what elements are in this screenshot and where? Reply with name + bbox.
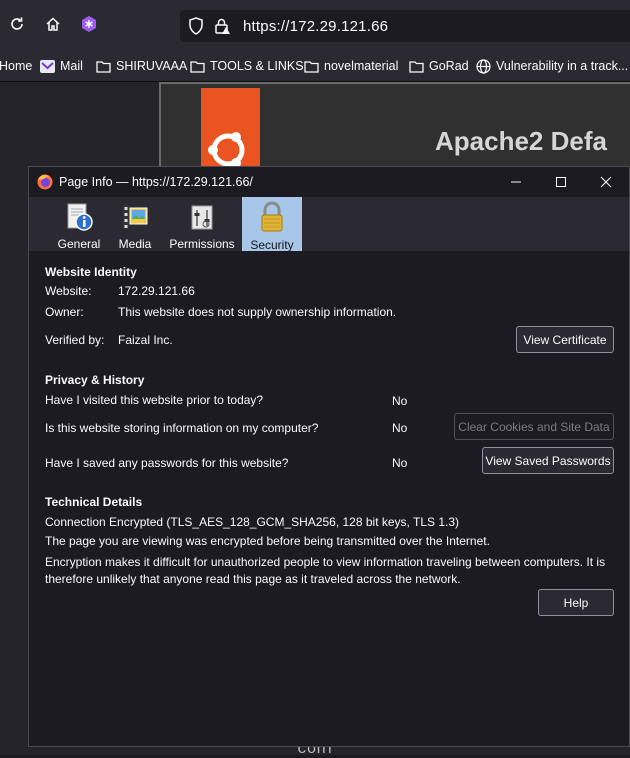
bookmark-gorad[interactable]: GoRad	[409, 50, 469, 82]
bookmark-label: Home	[0, 59, 33, 73]
owner-value: This website does not supply ownership i…	[118, 305, 397, 319]
tab-label: Security	[250, 238, 294, 252]
media-icon	[120, 201, 150, 232]
privacy-history-heading: Privacy & History	[45, 373, 145, 387]
bookmark-novelmaterial[interactable]: novelmaterial	[304, 50, 398, 82]
website-label: Website:	[45, 284, 92, 298]
saved-passwords-answer: No	[392, 456, 408, 470]
bookmark-home[interactable]: Home	[0, 50, 32, 82]
shield-icon[interactable]	[188, 17, 204, 40]
tab-media[interactable]: Media	[115, 197, 155, 251]
url-text[interactable]: https://172.29.121.66	[243, 18, 388, 35]
info-icon	[64, 201, 94, 232]
visited-before-question: Have I visited this website prior to tod…	[45, 393, 264, 407]
minimize-icon[interactable]	[493, 167, 539, 197]
website-identity-heading: Website Identity	[45, 265, 137, 279]
bookmark-label: Mail	[60, 59, 83, 73]
browser-toolbar: https://172.29.121.66	[0, 0, 630, 50]
folder-icon	[409, 60, 424, 73]
bookmark-vulnerability[interactable]: Vulnerability in a track...	[476, 50, 628, 82]
lock-warning-icon[interactable]	[214, 17, 232, 40]
tab-label: Media	[118, 237, 152, 251]
tab-permissions[interactable]: Permissions	[167, 197, 237, 251]
view-certificate-button[interactable]: View Certificate	[516, 326, 614, 353]
dialog-title: Page Info — https://172.29.121.66/	[59, 175, 253, 189]
url-bar[interactable]: https://172.29.121.66	[180, 10, 630, 42]
close-icon[interactable]	[583, 167, 629, 197]
firefox-icon	[37, 174, 53, 195]
home-icon[interactable]	[41, 12, 65, 36]
storing-info-answer: No	[392, 421, 408, 435]
tab-label: Permissions	[169, 237, 235, 251]
bookmark-label: TOOLS & LINKS	[210, 59, 304, 73]
apache-header: Apache2 Defa	[159, 82, 630, 174]
globe-icon	[476, 58, 491, 74]
ubuntu-logo	[201, 88, 260, 174]
encryption-explanation-text: Encryption makes it difficult for unauth…	[45, 555, 606, 586]
dialog-titlebar[interactable]: Page Info — https://172.29.121.66/	[29, 167, 629, 197]
bookmark-mail[interactable]: Mail	[40, 50, 83, 82]
mail-icon	[40, 59, 55, 73]
connection-encrypted-text: Connection Encrypted (TLS_AES_128_GCM_SH…	[45, 515, 460, 529]
tab-label: General	[57, 237, 101, 251]
bookmark-shiruvaaa[interactable]: SHIRUVAAA	[96, 50, 187, 82]
bookmarks-bar: Home Mail SHIRUVAAA TOOLS & LINKS novelm…	[0, 50, 630, 82]
permissions-icon	[187, 201, 217, 232]
extension-icon[interactable]	[77, 12, 101, 36]
apache-title: Apache2 Defa	[435, 126, 607, 156]
bookmark-label: novelmaterial	[324, 59, 399, 73]
view-saved-passwords-button[interactable]: View Saved Passwords	[482, 447, 614, 474]
reload-icon[interactable]	[5, 12, 29, 36]
tab-security[interactable]: Security	[242, 197, 302, 252]
help-button[interactable]: Help	[538, 589, 614, 616]
page-info-tabs: General Media Permissions Security	[29, 197, 629, 252]
bookmark-tools-links[interactable]: TOOLS & LINKS	[190, 50, 304, 82]
lock-icon	[257, 201, 287, 233]
folder-icon	[96, 60, 111, 73]
saved-passwords-question: Have I saved any passwords for this webs…	[45, 456, 289, 470]
verified-by-value: Faizal Inc.	[118, 333, 173, 347]
visited-before-answer: No	[392, 394, 408, 408]
verified-by-label: Verified by:	[45, 333, 105, 347]
website-value: 172.29.121.66	[118, 284, 195, 298]
owner-label: Owner:	[45, 305, 84, 319]
page-info-dialog: Page Info — https://172.29.121.66/ Gener…	[28, 166, 630, 747]
encryption-info-text: The page you are viewing was encrypted b…	[45, 534, 490, 548]
technical-details-heading: Technical Details	[45, 495, 143, 509]
folder-icon	[190, 60, 205, 73]
bookmark-label: GoRad	[429, 59, 469, 73]
folder-icon	[304, 60, 319, 73]
bookmark-label: Vulnerability in a track...	[496, 59, 629, 73]
clear-cookies-button[interactable]: Clear Cookies and Site Data	[454, 413, 614, 440]
bookmark-label: SHIRUVAAA	[116, 59, 188, 73]
tab-general[interactable]: General	[55, 197, 103, 251]
maximize-icon[interactable]	[538, 167, 584, 197]
security-panel: Website Identity Website: 172.29.121.66 …	[29, 251, 629, 746]
storing-info-question: Is this website storing information on m…	[45, 421, 319, 435]
